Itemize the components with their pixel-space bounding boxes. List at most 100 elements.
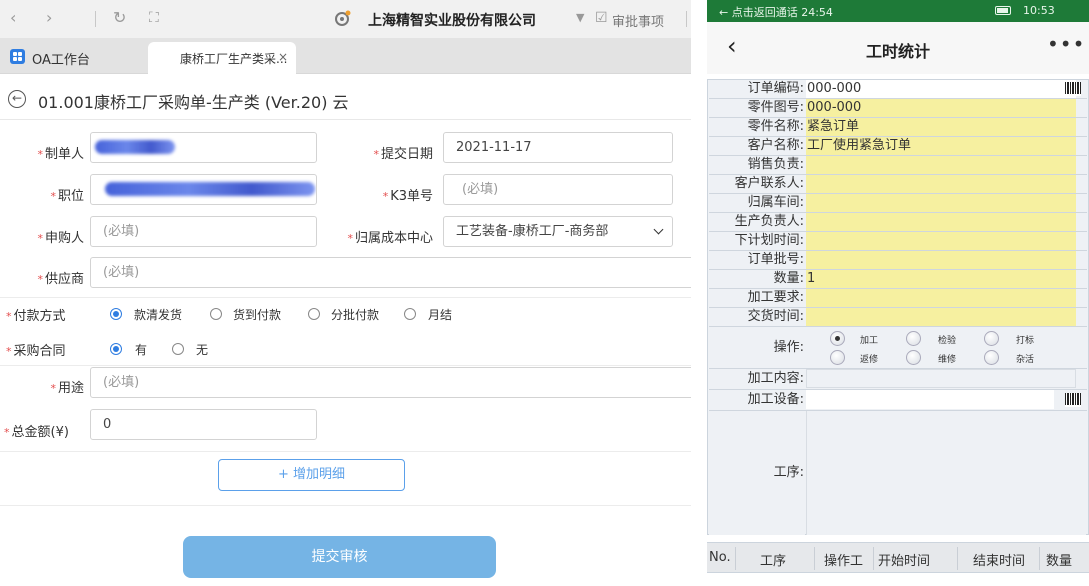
k3-number-input[interactable]: (必填)	[443, 174, 673, 205]
operation-radio-misc[interactable]	[984, 350, 999, 365]
operation-radio-rework[interactable]	[830, 350, 845, 365]
refresh-icon[interactable]: ↻	[113, 9, 126, 27]
field-label: 下计划时间:	[709, 232, 805, 250]
form-row-requirements: 加工要求:	[709, 289, 1087, 308]
workspace-grid-icon	[10, 49, 25, 64]
field-label: 零件图号:	[709, 99, 805, 117]
form-row-contact: 客户联系人:	[709, 175, 1087, 194]
field-label: 工序:	[709, 411, 805, 535]
column-divider	[735, 547, 736, 570]
more-options-icon[interactable]: •••	[1047, 32, 1085, 56]
tab-purchase-form-label: 康桥工厂生产类采...	[180, 52, 288, 66]
tab-bar: OA工作台 康桥工厂生产类采... ×	[0, 38, 691, 74]
contract-option-label: 有	[135, 343, 148, 357]
field-label: 数量:	[709, 270, 805, 288]
process-area[interactable]	[806, 411, 1086, 535]
back-arrow-icon[interactable]: ‹	[10, 9, 16, 27]
field-label: 交货时间:	[709, 308, 805, 326]
field-label: 归属车间:	[709, 194, 805, 212]
form-row-order-code: 订单编码: 000-000	[709, 80, 1087, 99]
field-label: 客户名称:	[709, 137, 805, 155]
cost-center-select[interactable]: 工艺装备-康桥工厂-商务部	[443, 216, 673, 247]
operation-option-label: 打标	[1016, 336, 1035, 346]
row-divider	[0, 451, 691, 452]
usage-input[interactable]: (必填)	[90, 367, 691, 398]
redacted-blur	[105, 182, 315, 196]
desktop-oa-window: ‹ › ↻ ⛶ 上海精智实业股份有限公司 ▼ ☑ 审批事项 OA工作台 康桥工厂…	[0, 0, 691, 586]
total-amount-input[interactable]: 0	[90, 409, 317, 440]
form-row-equipment: 加工设备:	[709, 390, 1087, 411]
plan-time-value	[806, 232, 1076, 250]
operation-option-label: 杂活	[1016, 355, 1035, 365]
field-label: 订单编码:	[709, 80, 805, 98]
creator-label: * 制单人	[37, 147, 84, 162]
position-field[interactable]	[90, 174, 317, 205]
toolbar-divider	[95, 11, 96, 27]
company-dropdown-caret-icon[interactable]: ▼	[576, 11, 584, 24]
field-label: 订单批号:	[709, 251, 805, 269]
payment-option-label: 货到付款	[233, 308, 282, 322]
approval-checkbox-icon: ☑	[595, 10, 608, 26]
contract-radio-no[interactable]	[172, 343, 184, 355]
return-to-call-link[interactable]: ← 点击返回通话 24:54	[719, 4, 833, 20]
operation-radio-mark[interactable]	[984, 331, 999, 346]
payment-radio-on-delivery[interactable]	[210, 308, 222, 320]
tab-purchase-form[interactable]: 康桥工厂生产类采... ×	[148, 42, 296, 74]
approval-link[interactable]: 审批事项	[612, 11, 664, 30]
equipment-input[interactable]	[806, 390, 1054, 409]
add-detail-button[interactable]: + 增加明细	[218, 459, 405, 491]
close-icon[interactable]: ×	[278, 50, 288, 64]
contract-radio-yes[interactable]	[110, 343, 122, 355]
battery-icon	[995, 6, 1011, 15]
work-hours-form: 订单编码: 000-000 零件图号: 000-000 零件名称: 紧急订单 客…	[707, 79, 1089, 535]
contract-label: * 采购合同	[6, 344, 66, 359]
position-label: * 职位	[50, 189, 84, 204]
column-header: No.	[709, 550, 731, 565]
customer-name-value: 工厂使用紧急订单	[806, 137, 1076, 155]
operation-radio-inspect[interactable]	[906, 331, 921, 346]
process-content-input[interactable]	[806, 369, 1076, 388]
back-circle-icon[interactable]: ←	[8, 90, 26, 108]
payment-radio-full[interactable]	[110, 308, 122, 320]
row-divider	[0, 365, 691, 366]
order-code-input[interactable]: 000-000	[806, 80, 1076, 98]
form-row-plan-time: 下计划时间:	[709, 232, 1087, 251]
operation-radio-process[interactable]	[830, 331, 845, 346]
delivery-time-value	[806, 308, 1076, 326]
fullscreen-icon[interactable]: ⛶	[149, 9, 159, 27]
field-label: 生产负责人:	[709, 213, 805, 231]
payment-option-label: 月结	[428, 308, 453, 322]
form-row-production-owner: 生产负责人:	[709, 213, 1087, 232]
part-name-value: 紧急订单	[806, 118, 1076, 136]
payment-option-label: 款清发货	[134, 308, 183, 322]
redacted-blur	[95, 140, 175, 154]
supplier-input[interactable]: (必填)	[90, 257, 691, 288]
payment-radio-installments[interactable]	[308, 308, 320, 320]
production-owner-value	[806, 213, 1076, 231]
column-header: 工序	[760, 554, 787, 569]
operation-option-label: 加工	[860, 336, 879, 346]
column-divider	[873, 547, 874, 570]
form-row-delivery: 交货时间:	[709, 308, 1087, 327]
mobile-nav-bar: ‹ 工时统计 •••	[707, 22, 1089, 74]
barcode-icon[interactable]	[1065, 82, 1081, 96]
barcode-icon[interactable]	[1065, 393, 1081, 407]
row-divider	[0, 505, 691, 506]
operation-radio-repair[interactable]	[906, 350, 921, 365]
k3-number-label: * K3单号	[382, 189, 433, 204]
submit-review-button[interactable]: 提交审核	[183, 536, 496, 578]
total-amount-label: * 总金额(¥)	[4, 425, 69, 440]
company-name[interactable]: 上海精智实业股份有限公司	[368, 10, 536, 30]
field-label: 加工内容:	[709, 369, 805, 389]
form-row-operation: 操作: 加工 检验 打标 返修 维修 杂活	[709, 327, 1087, 369]
batch-number-value	[806, 251, 1076, 269]
requester-input[interactable]: (必填)	[90, 216, 317, 247]
creator-field[interactable]	[90, 132, 317, 163]
form-row-part-drawing: 零件图号: 000-000	[709, 99, 1087, 118]
submit-date-field[interactable]: 2021-11-17	[443, 132, 673, 163]
payment-radio-monthly[interactable]	[404, 308, 416, 320]
tab-oa-workspace[interactable]: OA工作台	[32, 49, 90, 68]
forward-arrow-icon[interactable]: ›	[46, 9, 52, 27]
payment-option-label: 分批付款	[331, 308, 380, 322]
column-divider	[814, 547, 815, 570]
